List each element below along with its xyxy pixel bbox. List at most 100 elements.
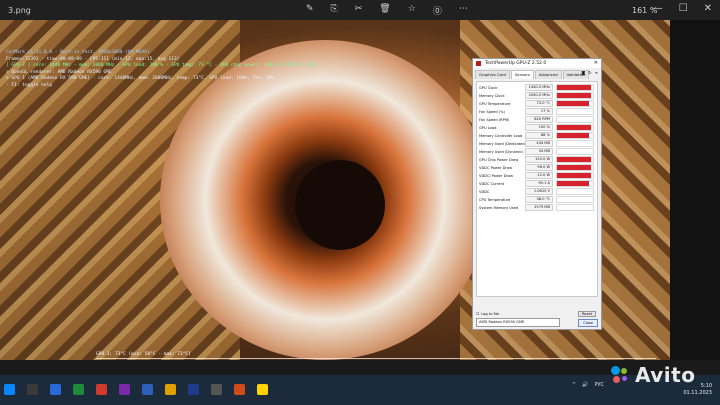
language-indicator[interactable]: РУС	[594, 382, 604, 388]
minimize-button[interactable]: —	[653, 3, 663, 14]
maximize-button[interactable]: ☐	[679, 3, 688, 14]
sensor-graph-fill	[557, 181, 590, 187]
sensor-graph-fill	[557, 133, 590, 139]
favorite-icon[interactable]: ☆	[408, 4, 416, 17]
more-icon[interactable]: ⋯	[459, 4, 468, 17]
sensor-label: CPU Temperature	[479, 197, 511, 202]
sensor-value: 100 %	[525, 124, 553, 132]
tray-expand-icon[interactable]: ^	[572, 382, 576, 388]
tab-advanced[interactable]: Advanced	[534, 70, 562, 79]
sensor-value: 88 %	[525, 132, 553, 140]
taskbar-app-icon[interactable]	[96, 384, 107, 395]
taskbar-app-icon[interactable]	[165, 384, 176, 395]
sensor-row: Memory Used (Dynamic) 54 MB	[477, 148, 597, 156]
sensor-graph	[556, 188, 594, 196]
avito-dot	[621, 368, 627, 374]
camera-icon[interactable]: ◙	[581, 70, 585, 75]
sensor-graph	[556, 92, 594, 100]
gpuz-title: TechPowerUp GPU-Z 2.52.0	[485, 61, 547, 66]
log-checkbox[interactable]: ☐	[476, 312, 479, 316]
sensor-graph	[556, 164, 594, 172]
sensor-row: Fan Speed (RPM) 820 RPM	[477, 116, 597, 124]
taskbar-app-icon[interactable]	[27, 384, 38, 395]
sensor-graph-fill	[557, 85, 592, 91]
sensor-value: 73.0 °C	[525, 100, 553, 108]
close-button[interactable]: ✕	[704, 3, 712, 14]
copy-icon[interactable]: ⎘	[331, 4, 338, 17]
avito-dot	[613, 376, 620, 383]
furmark-donut-center	[295, 160, 385, 250]
delete-icon[interactable]: 🗑	[379, 4, 390, 17]
gpuz-window: TechPowerUp GPU-Z 2.52.0 ✕ Graphics Card…	[472, 58, 602, 330]
sensor-row: Memory Clock 2000.0 MHz	[477, 92, 597, 100]
sensor-graph	[556, 172, 594, 180]
close-button[interactable]: Close	[578, 319, 598, 327]
sensor-value: 2579 MB	[525, 204, 553, 212]
sensor-graph-fill	[557, 101, 590, 107]
taskbar-app-icon[interactable]	[142, 384, 153, 395]
sensor-row: Memory Used (Dedicated) 434 MB	[477, 140, 597, 148]
sensor-graph	[556, 180, 594, 188]
gpuz-tool-icons: ◙ ↻ ≡	[581, 70, 598, 75]
edit-icon[interactable]: ✎	[306, 4, 314, 17]
osd-line: > GPU 1 (AMD Radeon RX 590 GME) - core: …	[6, 76, 275, 81]
taskbar-app-icon[interactable]	[257, 384, 268, 395]
sensor-graph	[556, 140, 594, 148]
sensor-value: 120.0 W	[525, 156, 553, 164]
avito-logo-icon	[610, 365, 630, 385]
sensor-row: VDDC Power Draw 96.0 W	[477, 164, 597, 172]
osd-line: - F1: toggle help	[6, 82, 53, 88]
sensor-label: VDDC Power Draw	[479, 165, 513, 170]
sensor-value: 96.0 W	[525, 164, 553, 172]
avito-watermark: Avito	[610, 363, 695, 387]
taskbar-app-icon[interactable]	[73, 384, 84, 395]
osd-line: [ GPU-Z ] core: 1440 MHz - mem: 2000 MHz…	[6, 63, 318, 68]
sensor-value: 1440.0 MHz	[525, 84, 553, 92]
start-icon[interactable]	[4, 384, 15, 395]
sensor-graph	[556, 116, 594, 124]
tab-sensors[interactable]: Sensors	[510, 70, 534, 79]
sensor-value: 1.0625 V	[525, 188, 553, 196]
sensor-graph-fill	[557, 157, 592, 163]
gpuz-logo-icon	[476, 61, 481, 66]
sensor-graph	[556, 148, 594, 156]
sensor-value: 54 MB	[525, 148, 553, 156]
sensor-row: CPU Temperature 38.0 °C	[477, 196, 597, 204]
info-icon[interactable]: ⓪	[433, 4, 442, 17]
sensor-graph	[556, 132, 594, 140]
sensor-value: 2000.0 MHz	[525, 92, 553, 100]
gpuz-close-icon[interactable]: ✕	[594, 59, 598, 68]
taskbar-app-icon[interactable]	[50, 384, 61, 395]
taskbar-app-icon[interactable]	[211, 384, 222, 395]
system-tray: ^ 🔊 РУС	[572, 382, 604, 388]
taskbar-app-icon[interactable]	[188, 384, 199, 395]
sensor-row: GPU Clock 1440.0 MHz	[477, 84, 597, 92]
avito-dot	[622, 376, 627, 381]
sensor-label: GPU Chip Power Draw	[479, 157, 519, 162]
device-select[interactable]: AMD Radeon RX590 GME	[476, 318, 560, 327]
gpuz-footer: ☐ Log to file Reset	[476, 311, 596, 317]
viewer-toolbar: ✎ ⎘ ✂ 🗑 ☆ ⓪ ⋯	[306, 4, 468, 17]
volume-icon[interactable]: 🔊	[582, 382, 588, 388]
furmark-osd: FurMark v1.31.0.0 - Burn-in test, 1920x1…	[6, 50, 318, 89]
sensor-graph-fill	[557, 125, 592, 131]
viewer-side-strip	[670, 20, 720, 360]
menu-icon[interactable]: ≡	[595, 70, 598, 75]
sensor-value: 90.1 A	[525, 180, 553, 188]
sensor-label: VDDCI Power Draw	[479, 173, 514, 178]
sensor-value: 820 RPM	[525, 116, 553, 124]
file-name: 3.png	[8, 6, 31, 15]
reset-button[interactable]: Reset	[577, 311, 596, 317]
taskbar-app-icon[interactable]	[119, 384, 130, 395]
sensor-row: VDDCI Power Draw 12.0 W	[477, 172, 597, 180]
sensor-row: VDDC 1.0625 V	[477, 188, 597, 196]
sensor-label: Memory Used (Dedicated)	[479, 141, 525, 146]
taskbar-app-icon[interactable]	[234, 384, 245, 395]
sensor-label: Fan Speed (%)	[479, 109, 505, 114]
temperature-graph-line	[96, 358, 656, 359]
sensor-row: GPU Temperature 73.0 °C	[477, 100, 597, 108]
sensor-graph-fill	[557, 165, 592, 171]
refresh-icon[interactable]: ↻	[588, 70, 591, 75]
crop-icon[interactable]: ✂	[355, 4, 363, 17]
tab-graphics-card[interactable]: Graphics Card	[475, 70, 510, 79]
